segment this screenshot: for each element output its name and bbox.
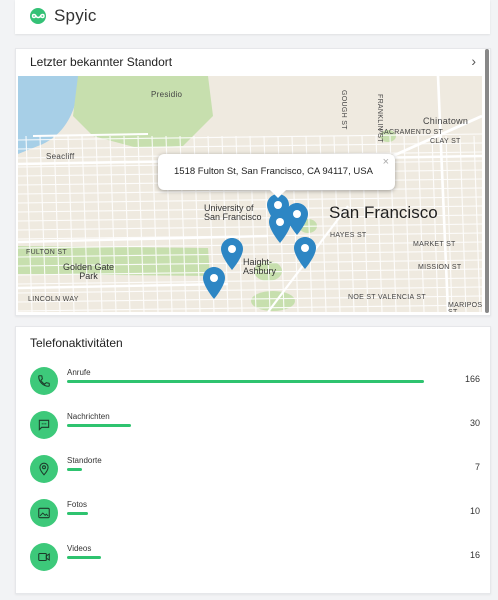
activity-label: Nachrichten [67,412,110,421]
map-label-chinatown: Chinatown [423,116,469,126]
map-label-lincoln: LINCOLN WAY [28,296,79,303]
map-label-golden-gate-park: Golden Gate Park [63,263,114,281]
activity-count: 16 [469,550,480,560]
video-icon [30,543,58,571]
activity-row-videos[interactable]: Videos 16 [30,543,480,573]
phone-activity-card: Telefonaktivitäten Anrufe 166 Nachrichte… [15,326,491,594]
activity-count: 10 [469,506,480,516]
map-label-mission: MISSION ST [418,264,462,271]
map-pin-5[interactable] [221,238,243,270]
map-label-university-line2: San Francisco [204,212,262,222]
activity-bar [67,424,131,427]
activity-row-calls[interactable]: Anrufe 166 [30,367,480,397]
map-label-seacliff: Seacliff [46,152,75,161]
map-label-san-francisco: San Francisco [329,203,438,222]
app-logo[interactable]: Spyic [27,6,97,26]
close-icon[interactable]: × [383,156,389,168]
message-icon [30,411,58,439]
activity-count: 166 [464,374,480,384]
app-header: Spyic [15,0,490,34]
address-popup: 1518 Fulton St, San Francisco, CA 94117,… [158,154,395,198]
infinity-logo-icon [30,8,46,24]
map-pin-4[interactable] [294,237,316,269]
map-label-haight: Haight- Ashbury [243,258,276,276]
activity-count: 7 [474,462,480,472]
chevron-right-icon[interactable]: › [471,53,476,69]
map-label-park: Park [79,271,98,281]
activity-bar [67,556,101,559]
map-label-hayes: HAYES ST [330,232,367,239]
map-label-valencia: VALENCIA ST [378,294,426,301]
activity-label: Standorte [67,456,102,465]
location-icon [30,455,58,483]
activity-row-photos[interactable]: Fotos 10 [30,499,480,529]
activity-label: Fotos [67,500,88,509]
activity-label: Anrufe [67,368,91,377]
map-label-gough: GOUGH ST [340,90,347,130]
map-pin-3[interactable] [269,211,291,243]
map-label-noe: NOE ST [348,294,376,301]
activity-row-locations[interactable]: Standorte 7 [30,455,480,485]
last-location-card: Letzter bekannter Standort › Presidio Se… [15,48,491,316]
map-label-presidio: Presidio [151,90,183,99]
map-pin-6[interactable] [203,267,225,299]
activity-label: Videos [67,544,92,553]
last-location-title: Letzter bekannter Standort [30,55,173,69]
popup-tip [270,190,286,198]
activity-bar [67,380,424,383]
activity-bar [67,468,82,471]
location-map[interactable]: Presidio Seacliff Chinatown SACRAMENTO S… [18,76,482,312]
last-location-header[interactable]: Letzter bekannter Standort › [16,49,490,75]
activity-row-messages[interactable]: Nachrichten 30 [30,411,480,441]
map-label-university: University of San Francisco [204,204,262,222]
map-label-clay: CLAY ST [430,138,461,145]
activity-count: 30 [469,418,480,428]
activity-bar [67,512,88,515]
phone-activity-title: Telefonaktivitäten [30,336,123,350]
photo-icon [30,499,58,527]
scrollbar[interactable] [485,49,489,313]
map-label-fulton: FULTON ST [26,249,67,256]
map-label-market: MARKET ST [413,241,456,248]
map-label-sacramento: SACRAMENTO ST [379,129,444,136]
popup-address: 1518 Fulton St, San Francisco, CA 94117,… [174,166,373,177]
app-name: Spyic [54,6,97,25]
phone-icon [30,367,58,395]
map-label-mariposa: MARIPOSA ST [448,302,482,312]
map-label-haight-line2: Ashbury [243,266,277,276]
map-label-franklin: FRANKLIN ST [376,94,383,143]
